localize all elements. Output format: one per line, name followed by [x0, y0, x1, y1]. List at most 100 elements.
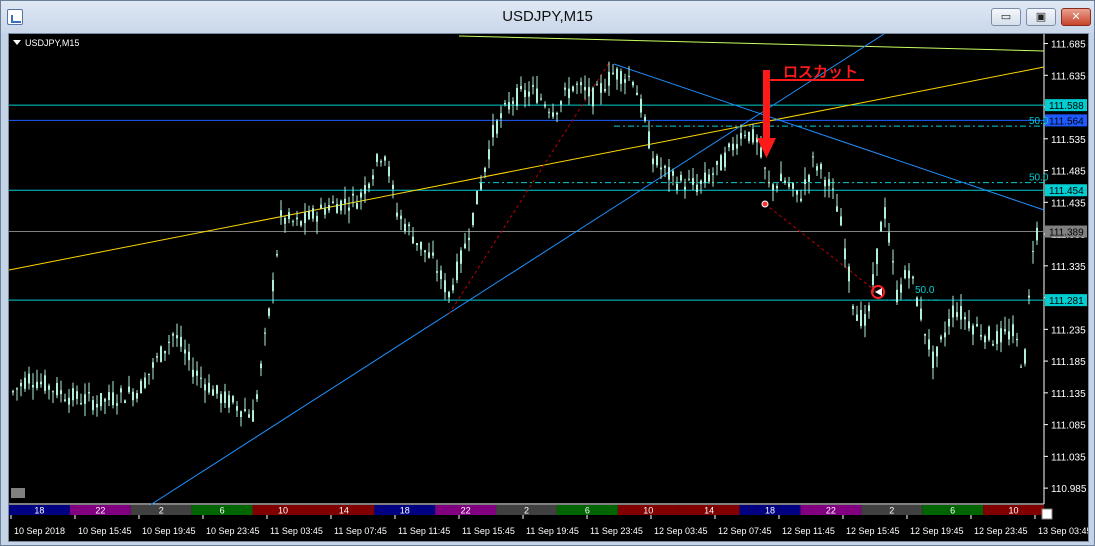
- candle-body: [676, 183, 678, 190]
- candle-body: [428, 252, 430, 258]
- candle-body: [804, 179, 806, 185]
- candle-body: [500, 113, 502, 119]
- candle-body: [680, 174, 682, 181]
- candle-body: [544, 104, 546, 107]
- price-tick-label: 111.185: [1051, 357, 1086, 368]
- candle-body: [1024, 349, 1026, 364]
- candle-body: [948, 318, 950, 327]
- candle-body: [1008, 331, 1010, 340]
- chart-area[interactable]: 111.685111.635111.585111.535111.485111.4…: [8, 33, 1089, 542]
- candle-body: [944, 332, 946, 338]
- time-tick-label: 12 Sep 15:45: [846, 526, 900, 536]
- candle-body: [536, 88, 538, 103]
- annotation-arrow-shaft: [763, 70, 770, 140]
- candle-body: [404, 223, 406, 232]
- candle-body: [600, 83, 602, 93]
- candle-body: [452, 284, 454, 291]
- symbol-dropdown-icon[interactable]: [13, 40, 21, 45]
- candle-body: [760, 147, 762, 158]
- candle-body: [420, 241, 422, 250]
- candle-body: [740, 133, 742, 139]
- candle-body: [668, 167, 670, 180]
- candle-body: [256, 394, 258, 400]
- candle-body: [96, 403, 98, 408]
- chart-shift-marker[interactable]: [1041, 508, 1053, 520]
- candle-body: [308, 211, 310, 220]
- restore-button[interactable]: ▣: [1026, 8, 1056, 26]
- candle-body: [116, 403, 118, 406]
- dashed-red-line[interactable]: [764, 203, 878, 293]
- candle-body: [840, 216, 842, 226]
- candle-body: [860, 310, 862, 326]
- candle-body: [656, 155, 658, 166]
- candle-body: [448, 291, 450, 298]
- candle-body: [360, 192, 362, 198]
- scroll-marker[interactable]: [11, 488, 25, 498]
- candle-body: [712, 173, 714, 175]
- stop-point-marker[interactable]: [761, 200, 769, 208]
- candle-body: [392, 184, 394, 190]
- candle-body: [808, 175, 810, 182]
- candle-body: [592, 87, 594, 107]
- candle-body: [960, 306, 962, 320]
- minimize-button[interactable]: ▭: [991, 8, 1021, 26]
- candle-body: [436, 271, 438, 273]
- candle-body: [200, 377, 202, 379]
- candle-body: [204, 384, 206, 391]
- candle-body: [688, 178, 690, 180]
- fib-label: 50.0: [1029, 173, 1049, 184]
- candle-body: [816, 166, 818, 171]
- candle-body: [440, 270, 442, 280]
- candle-body: [104, 398, 106, 402]
- candle-body: [168, 341, 170, 344]
- trendline-green[interactable]: [458, 35, 1045, 52]
- candle-body: [328, 205, 330, 211]
- candle-body: [928, 339, 930, 350]
- candle-body: [776, 185, 778, 189]
- symbol-label: USDJPY,M15: [25, 38, 79, 48]
- candle-body: [56, 382, 58, 396]
- candle-body: [60, 390, 62, 395]
- candle-body: [856, 314, 858, 321]
- candle-body: [504, 102, 506, 105]
- candle-body: [664, 165, 666, 168]
- price-tag-label: 111.281: [1049, 296, 1084, 307]
- candle-body: [984, 336, 986, 343]
- time-tick-label: 13 Sep 03:45: [1038, 526, 1088, 536]
- session-label: 22: [461, 506, 471, 516]
- candle-body: [288, 212, 290, 219]
- candle-body: [556, 112, 558, 115]
- price-tick-label: 111.135: [1051, 389, 1086, 400]
- candle-body: [780, 173, 782, 182]
- candle-body: [820, 164, 822, 170]
- candle-body: [312, 208, 314, 219]
- price-chart[interactable]: 111.685111.635111.585111.535111.485111.4…: [9, 34, 1088, 541]
- candle-body: [988, 326, 990, 340]
- close-button[interactable]: ✕: [1061, 8, 1091, 26]
- candle-body: [196, 370, 198, 376]
- candle-body: [400, 215, 402, 220]
- candle-body: [88, 392, 90, 394]
- title-bar[interactable]: USDJPY,M15 ▭ ▣ ✕: [1, 1, 1094, 33]
- candle-body: [932, 351, 934, 368]
- candle-body: [164, 350, 166, 354]
- time-tick-label: 12 Sep 23:45: [974, 526, 1028, 536]
- candle-body: [836, 206, 838, 212]
- candle-body: [548, 111, 550, 113]
- candle-body: [324, 208, 326, 215]
- candle-body: [12, 391, 14, 393]
- candle-body: [900, 284, 902, 293]
- candle-body: [472, 212, 474, 226]
- candle-body: [508, 102, 510, 110]
- candle-body: [520, 86, 522, 90]
- candle-body: [1012, 324, 1014, 337]
- candle-body: [828, 179, 830, 186]
- candle-body: [384, 156, 386, 161]
- candle-body: [972, 325, 974, 335]
- candle-body: [340, 200, 342, 211]
- candle-body: [704, 172, 706, 183]
- time-tick-label: 10 Sep 2018: [14, 526, 65, 536]
- session-label: 6: [220, 506, 225, 516]
- candle-body: [1032, 250, 1034, 252]
- fib-label: 50.0: [915, 285, 935, 296]
